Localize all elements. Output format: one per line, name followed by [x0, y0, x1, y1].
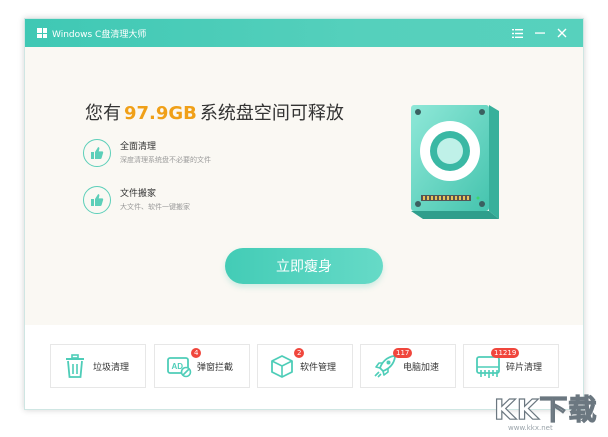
trash-icon	[66, 354, 84, 378]
watermark-url: www.kkx.net	[508, 424, 553, 432]
slim-now-button[interactable]: 立即瘦身	[225, 248, 383, 284]
menu-button[interactable]	[506, 19, 528, 47]
headline-prefix: 您有	[85, 103, 121, 124]
site-watermark: KK下载 www.kkx.net	[493, 388, 606, 434]
feature-file-move: 文件搬家 大文件、软件一键搬家	[83, 186, 283, 218]
minimize-button[interactable]	[529, 19, 551, 47]
app-window: Windows C盘清理大师 您有 97.9GB 系统盘空间可释放 全面清理 深…	[24, 18, 584, 410]
tool-label: 电脑加速	[403, 363, 440, 373]
feature-title: 文件搬家	[120, 189, 157, 199]
tool-software-manage[interactable]: 2 软件管理	[257, 344, 353, 388]
notification-badge: 4	[191, 348, 202, 358]
box-icon	[271, 355, 293, 378]
feature-title: 全面清理	[120, 142, 157, 152]
windows-logo-icon	[37, 28, 47, 38]
tool-label: 弹窗拦截	[197, 363, 234, 373]
reclaimable-size: 97.9GB	[124, 103, 197, 124]
tool-fragment-clean[interactable]: 11219 碎片清理	[463, 344, 559, 388]
feature-full-clean: 全面清理 深度清理系统盘不必要的文件	[83, 139, 283, 171]
notification-badge: 11219	[491, 348, 520, 358]
tool-label: 垃圾清理	[93, 363, 130, 373]
headline-suffix: 系统盘空间可释放	[199, 103, 344, 124]
menu-icon	[511, 28, 523, 38]
thumbs-up-icon	[83, 139, 111, 167]
tool-junk-clean[interactable]: 垃圾清理	[50, 344, 146, 388]
feature-desc: 深度清理系统盘不必要的文件	[120, 156, 211, 164]
thumbs-up-icon	[83, 186, 111, 214]
window-title: Windows C盘清理大师	[52, 29, 147, 40]
close-button[interactable]	[551, 19, 573, 47]
tool-label: 软件管理	[300, 363, 337, 373]
watermark-text: KK下载	[493, 392, 598, 426]
hard-drive-icon	[411, 105, 499, 219]
tool-label: 碎片清理	[506, 363, 543, 373]
feature-desc: 大文件、软件一键搬家	[120, 203, 190, 211]
ad-block-icon: AD	[167, 357, 192, 378]
close-icon	[557, 28, 567, 38]
notification-badge: 117	[393, 348, 413, 358]
headline: 您有 97.9GB 系统盘空间可释放	[85, 99, 344, 125]
tool-popup-block[interactable]: AD 4 弹窗拦截	[154, 344, 250, 388]
tool-pc-boost[interactable]: 117 电脑加速	[360, 344, 456, 388]
title-bar: Windows C盘清理大师	[25, 19, 583, 47]
minimize-icon	[535, 32, 545, 34]
notification-badge: 2	[294, 348, 305, 358]
